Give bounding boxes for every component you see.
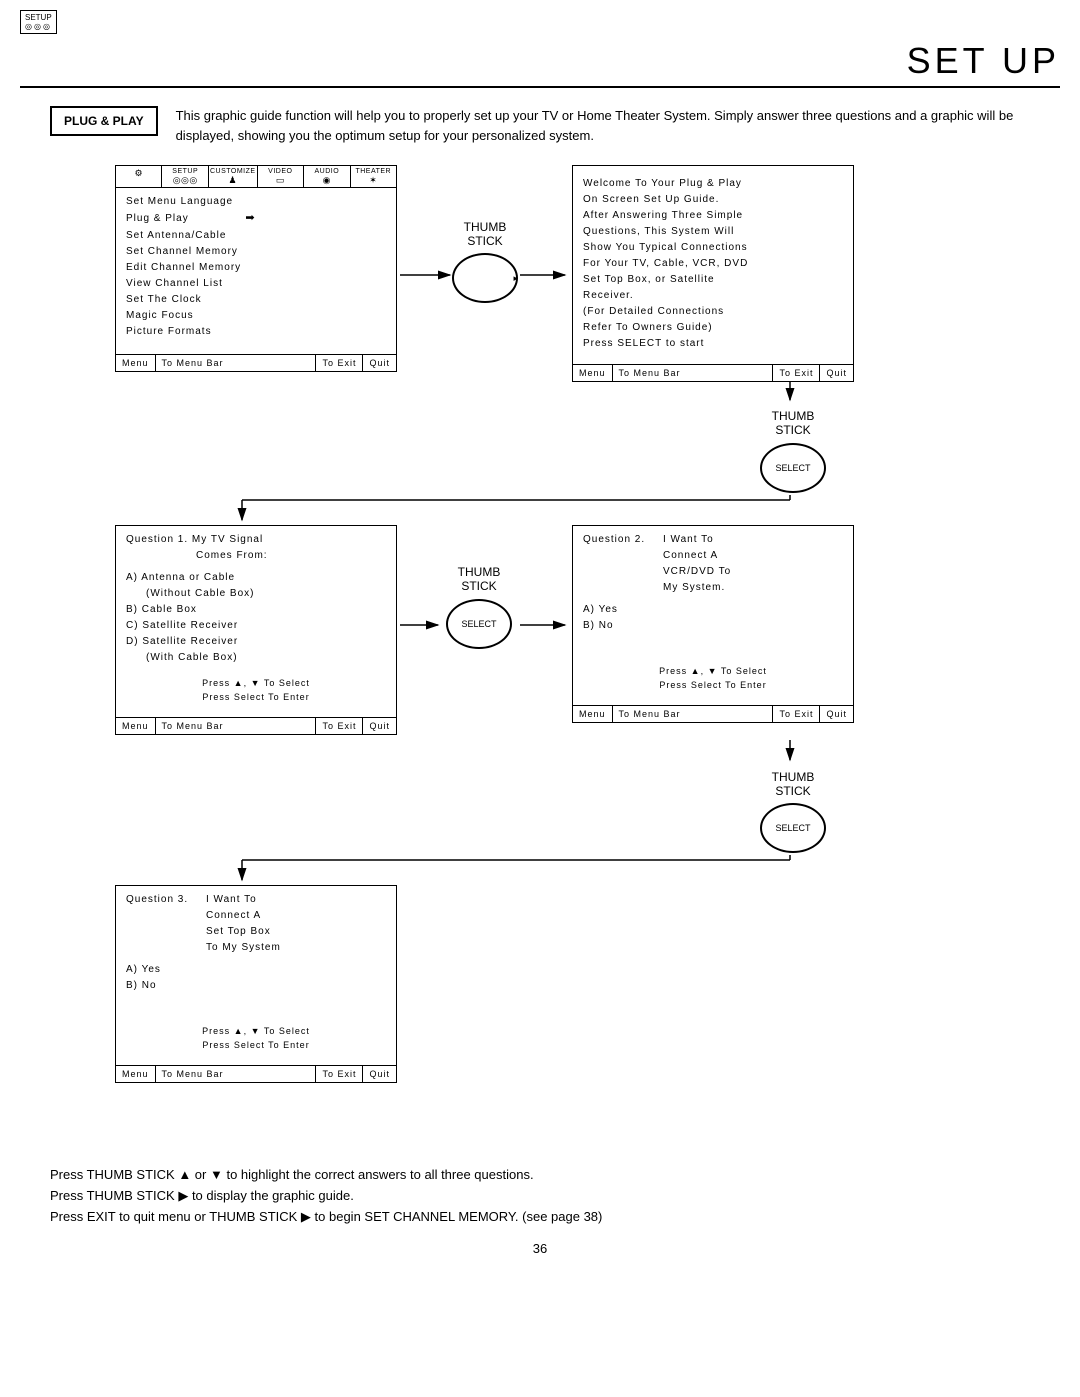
triangle-right-icon: ▸ [513, 273, 518, 284]
tab-customize: CUSTOMIZE♟ [209, 166, 258, 187]
setup-header-icon: SETUP ◎◎◎ [20, 10, 57, 34]
select-text: SELECT [461, 619, 496, 629]
flow-diagram: ⚙ SETUP◎◎◎ CUSTOMIZE♟ VIDEO▭ AUDIO◉ THEA… [20, 165, 1060, 1155]
page-number: 36 [20, 1241, 1060, 1256]
thumb-stick-label-3: THUMBSTICK [444, 565, 514, 594]
intro-row: PLUG & PLAY This graphic guide function … [20, 106, 1060, 145]
thumb-stick-label-1: THUMBSTICK [450, 220, 520, 249]
menu-tabs: ⚙ SETUP◎◎◎ CUSTOMIZE♟ VIDEO▭ AUDIO◉ THEA… [116, 166, 396, 188]
tab-video: VIDEO▭ [258, 166, 304, 187]
panel-welcome: Welcome To Your Plug & Play On Screen Se… [572, 165, 854, 382]
tab-theater: THEATER✶ [351, 166, 396, 187]
panel-question-3: Question 3. I Want To Connect A Set Top … [115, 885, 397, 1083]
thumb-stick-circle-2: SELECT [760, 443, 826, 493]
thumb-stick-circle-4: SELECT [760, 803, 826, 853]
select-text: SELECT [775, 823, 810, 833]
select-text: SELECT [775, 463, 810, 473]
page-title: SET UP [907, 40, 1060, 81]
arrow-right-icon: ➡ [245, 212, 255, 224]
thumb-stick-circle-1: ▸ [452, 253, 518, 303]
panel-question-2: Question 2. I Want To Connect A VCR/DVD … [572, 525, 854, 723]
tab-audio: AUDIO◉ [304, 166, 350, 187]
intro-text: This graphic guide function will help yo… [176, 106, 1060, 145]
panel-question-1: Question 1. My TV Signal Comes From: A) … [115, 525, 397, 735]
page-header: SET UP [20, 40, 1060, 88]
tab-setup: SETUP◎◎◎ [162, 166, 208, 187]
thumb-stick-label-4: THUMBSTICK [758, 770, 828, 799]
plug-and-play-label: PLUG & PLAY [50, 106, 158, 136]
panel-setup-menu: ⚙ SETUP◎◎◎ CUSTOMIZE♟ VIDEO▭ AUDIO◉ THEA… [115, 165, 397, 372]
thumb-stick-label-2: THUMBSTICK [758, 409, 828, 438]
thumb-stick-circle-3: SELECT [446, 599, 512, 649]
instructions-block: Press THUMB STICK ▲ or ▼ to highlight th… [50, 1165, 1060, 1227]
